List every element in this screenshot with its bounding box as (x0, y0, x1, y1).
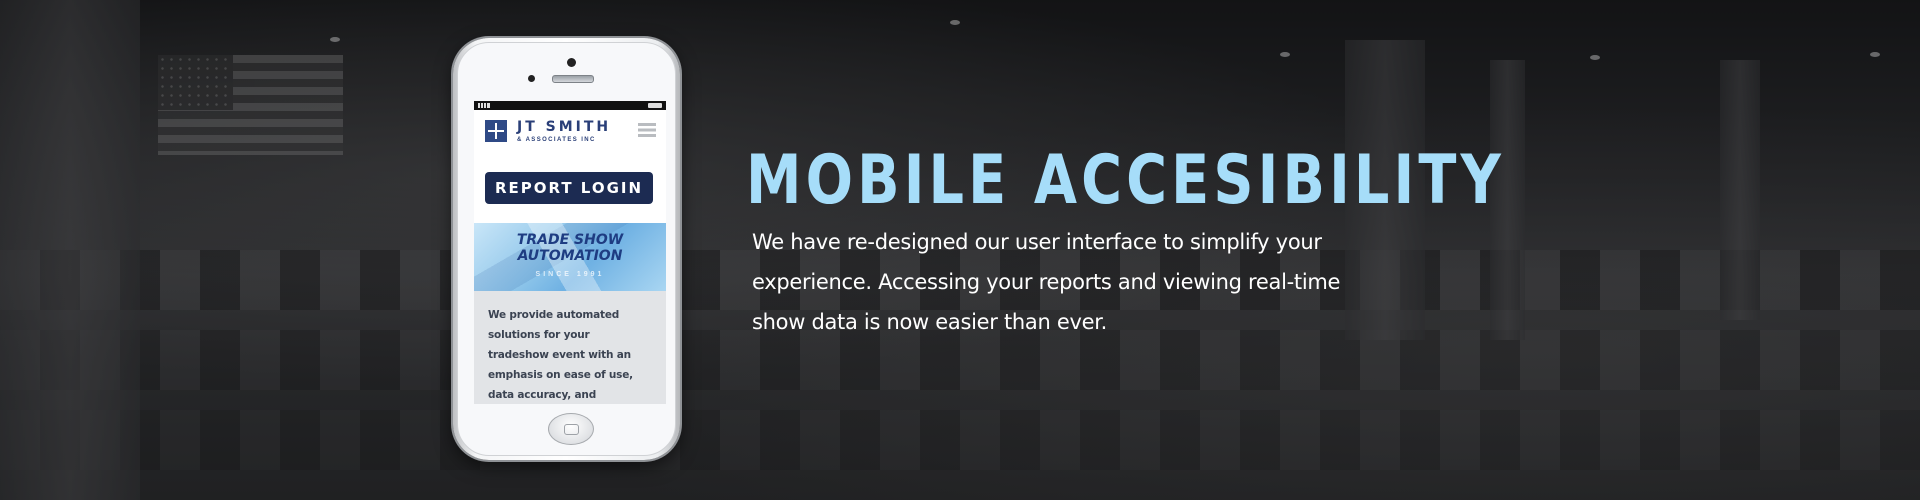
phone-screen: JT SMITH & ASSOCIATES INC REPORT LOGIN T… (474, 101, 666, 404)
hero-body: We have re-designed our user interface t… (752, 230, 1341, 334)
sensor-icon (528, 75, 535, 82)
intro-panel: We provide automated solutions for your … (474, 291, 666, 404)
banner-title-line2: AUTOMATION (517, 248, 623, 264)
phone-mockup: JT SMITH & ASSOCIATES INC REPORT LOGIN T… (453, 38, 680, 460)
report-login-button[interactable]: REPORT LOGIN (485, 172, 653, 204)
banner-since: SINCE 1991 (535, 271, 605, 278)
intro-text: We provide automated solutions for your … (488, 309, 633, 401)
logo-name[interactable]: JT SMITH (517, 119, 611, 135)
banner-title-line1: TRADE SHOW (516, 232, 624, 248)
camera-icon (567, 58, 576, 67)
status-bar (474, 101, 666, 110)
battery-icon (648, 103, 662, 108)
signal-icon (478, 103, 490, 108)
earpiece (552, 75, 594, 83)
menu-icon[interactable] (638, 123, 656, 137)
site-header: JT SMITH & ASSOCIATES INC (474, 110, 666, 152)
trade-show-banner: TRADE SHOW AUTOMATION SINCE 1991 (474, 223, 666, 291)
hero-title: MOBILE ACCESIBILITY (746, 141, 1505, 220)
home-button (548, 413, 594, 445)
phone-body: JT SMITH & ASSOCIATES INC REPORT LOGIN T… (457, 42, 676, 456)
logo-subtitle: & ASSOCIATES INC (517, 137, 596, 143)
banner-title: TRADE SHOW AUTOMATION (474, 232, 666, 264)
logo-mark-icon[interactable] (485, 120, 507, 142)
